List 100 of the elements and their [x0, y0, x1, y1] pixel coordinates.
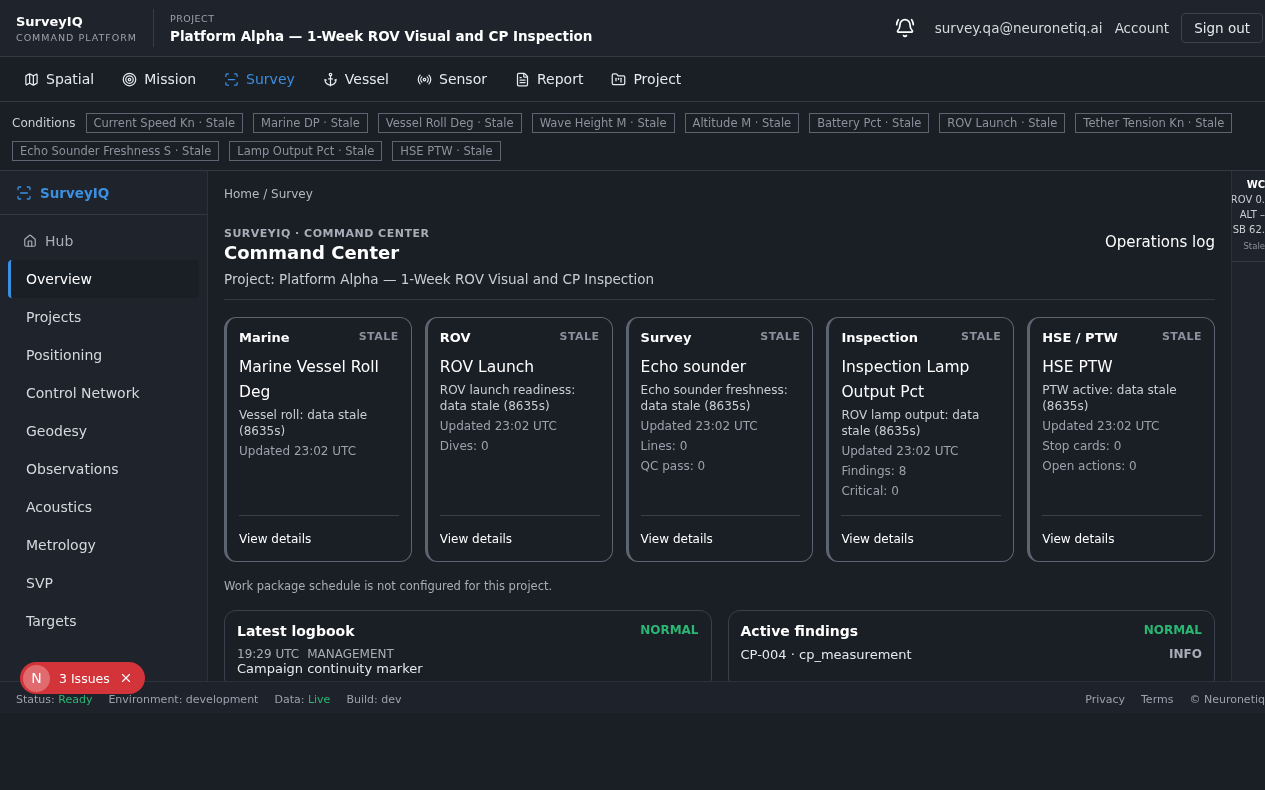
panel-status: NORMAL [640, 623, 699, 639]
card-title: Echo sounder [640, 357, 748, 378]
card-stat: Critical: 0 [841, 483, 900, 499]
footer-environment: Environment: development [108, 693, 259, 706]
log-time: 19:29 UTC [237, 647, 300, 661]
condition-chip: Wave Height M · Stale [531, 113, 675, 133]
card-stat: Stop cards: 0 [1042, 438, 1123, 454]
nav-tab[interactable]: Mission [122, 71, 197, 87]
sign-out-button[interactable]: Sign out [1181, 13, 1263, 43]
scan-icon [16, 184, 32, 201]
nav-tab[interactable]: Vessel [322, 71, 389, 87]
user-email: survey.qa@neuronetiq.ai [934, 20, 1103, 36]
nav-tab[interactable]: Report [515, 71, 584, 87]
brand-subtitle: COMMAND PLATFORM [16, 31, 137, 43]
card-description: ROV lamp output: data stale (8635s) [841, 407, 981, 439]
account-link[interactable]: Account [1114, 20, 1170, 36]
sidebar-item[interactable]: Metrology [8, 526, 199, 564]
panel-status: NORMAL [1143, 623, 1202, 639]
condition-chip: HSE PTW · Stale [392, 141, 501, 161]
map-icon [24, 71, 39, 87]
condition-chip: Current Speed Kn · Stale [85, 113, 243, 133]
card-status: STALE [559, 330, 600, 345]
condition-chip: Tether Tension Kn · Stale [1075, 113, 1233, 133]
card-updated: Updated 23:02 UTC [439, 418, 558, 434]
condition-chip: Marine DP · Stale [253, 113, 368, 133]
notification-bell-icon[interactable] [894, 18, 915, 38]
project-label: PROJECT [170, 12, 216, 24]
condition-chip: Vessel Roll Deg · Stale [377, 113, 522, 133]
card-description: PTW active: data stale (8635s) [1042, 382, 1178, 414]
card-category: Inspection [841, 330, 918, 345]
schedule-note: Work package schedule is not configured for this project. [224, 579, 554, 593]
log-entry: Campaign continuity marker [237, 661, 424, 676]
sidebar-item[interactable]: Targets [8, 602, 199, 640]
sidebar-item[interactable]: Acoustics [8, 488, 199, 526]
card-title: ROV Launch [439, 357, 536, 378]
footer-link[interactable]: Terms [1141, 693, 1174, 706]
view-details-link[interactable]: View details [640, 531, 713, 546]
finding-item[interactable]: CP-004 · cp_measurement [740, 647, 912, 662]
card-status: STALE [1161, 330, 1202, 345]
card-updated: Updated 23:02 UTC [239, 443, 358, 459]
footer-status: Status: Ready [16, 693, 93, 706]
target-icon [122, 71, 138, 87]
folder-icon [611, 71, 627, 87]
rail-reading: SB 62. [1232, 224, 1265, 235]
rail-reading: ROV 0. [1232, 194, 1265, 205]
card-category: Survey [640, 330, 692, 345]
footer-link[interactable]: Privacy [1085, 693, 1125, 706]
view-details-link[interactable]: View details [239, 531, 312, 546]
nav-tab[interactable]: Project [611, 71, 682, 87]
document-icon [515, 71, 530, 87]
card-title: Inspection Lamp Output Pct [841, 357, 971, 403]
footer-link[interactable]: © Neuronetiq [1189, 693, 1265, 706]
condition-chip: Echo Sounder Freshness S · Stale [12, 141, 220, 161]
operations-log-link[interactable]: Operations log [1104, 233, 1215, 251]
nav-tab[interactable]: Spatial [24, 71, 95, 87]
rail-title: WC [1246, 179, 1265, 190]
panel-title: Latest logbook [237, 623, 355, 639]
sidebar-item[interactable]: SVP [8, 564, 199, 602]
nav-tab[interactable]: Sensor [417, 71, 487, 87]
card-stat: QC pass: 0 [640, 458, 707, 474]
sidebar-item[interactable]: Observations [8, 450, 199, 488]
footer-build: Build: dev [346, 693, 402, 706]
finding-severity: INFO [1169, 647, 1202, 662]
card-stat: Dives: 0 [439, 438, 490, 454]
rail-reading: ALT – [1239, 209, 1265, 220]
view-details-link[interactable]: View details [841, 531, 914, 546]
card-description: Vessel roll: data stale (8635s) [239, 407, 369, 439]
card-updated: Updated 23:02 UTC [640, 418, 759, 434]
project-title: Platform Alpha — 1-Week ROV Visual and CP Inspection [170, 27, 594, 44]
page-title: Command Center [224, 242, 401, 263]
issues-button[interactable]: 3 Issues [59, 670, 110, 686]
breadcrumb: Home / Survey [224, 187, 314, 201]
page-eyebrow: SURVEYIQ · COMMAND CENTER [224, 227, 430, 240]
conditions-label: Conditions [12, 116, 76, 130]
sidebar-brand: SurveyIQ [40, 184, 110, 201]
card-category: ROV [439, 330, 471, 345]
sidebar-item[interactable]: Overview [8, 260, 199, 298]
footer-data: Data: Live [274, 693, 331, 706]
card-stat: Findings: 8 [841, 463, 908, 479]
card-stat: Open actions: 0 [1042, 458, 1138, 474]
card-updated: Updated 23:02 UTC [1042, 418, 1161, 434]
view-details-link[interactable]: View details [439, 531, 513, 546]
condition-chip: Altitude M · Stale [684, 113, 800, 133]
view-details-link[interactable]: View details [1042, 531, 1115, 546]
card-description: ROV launch readiness: data stale (8635s) [439, 382, 577, 414]
card-status: STALE [760, 330, 801, 345]
anchor-icon [322, 71, 338, 87]
nav-tab[interactable]: Survey [224, 71, 295, 87]
sidebar-item[interactable]: Geodesy [8, 412, 199, 450]
sidebar-item[interactable]: Projects [8, 298, 199, 336]
card-title: HSE PTW [1042, 357, 1114, 378]
condition-chip: Battery Pct · Stale [809, 113, 930, 133]
log-category: MANAGEMENT [307, 647, 394, 661]
sidebar-item[interactable]: Hub [8, 222, 199, 260]
sidebar-item[interactable]: Positioning [8, 336, 199, 374]
card-stat: Lines: 0 [640, 438, 689, 454]
rail-status: Stale [1243, 241, 1265, 251]
card-status: STALE [358, 330, 399, 345]
sidebar-item[interactable]: Control Network [8, 374, 199, 412]
scan-icon [224, 71, 240, 87]
